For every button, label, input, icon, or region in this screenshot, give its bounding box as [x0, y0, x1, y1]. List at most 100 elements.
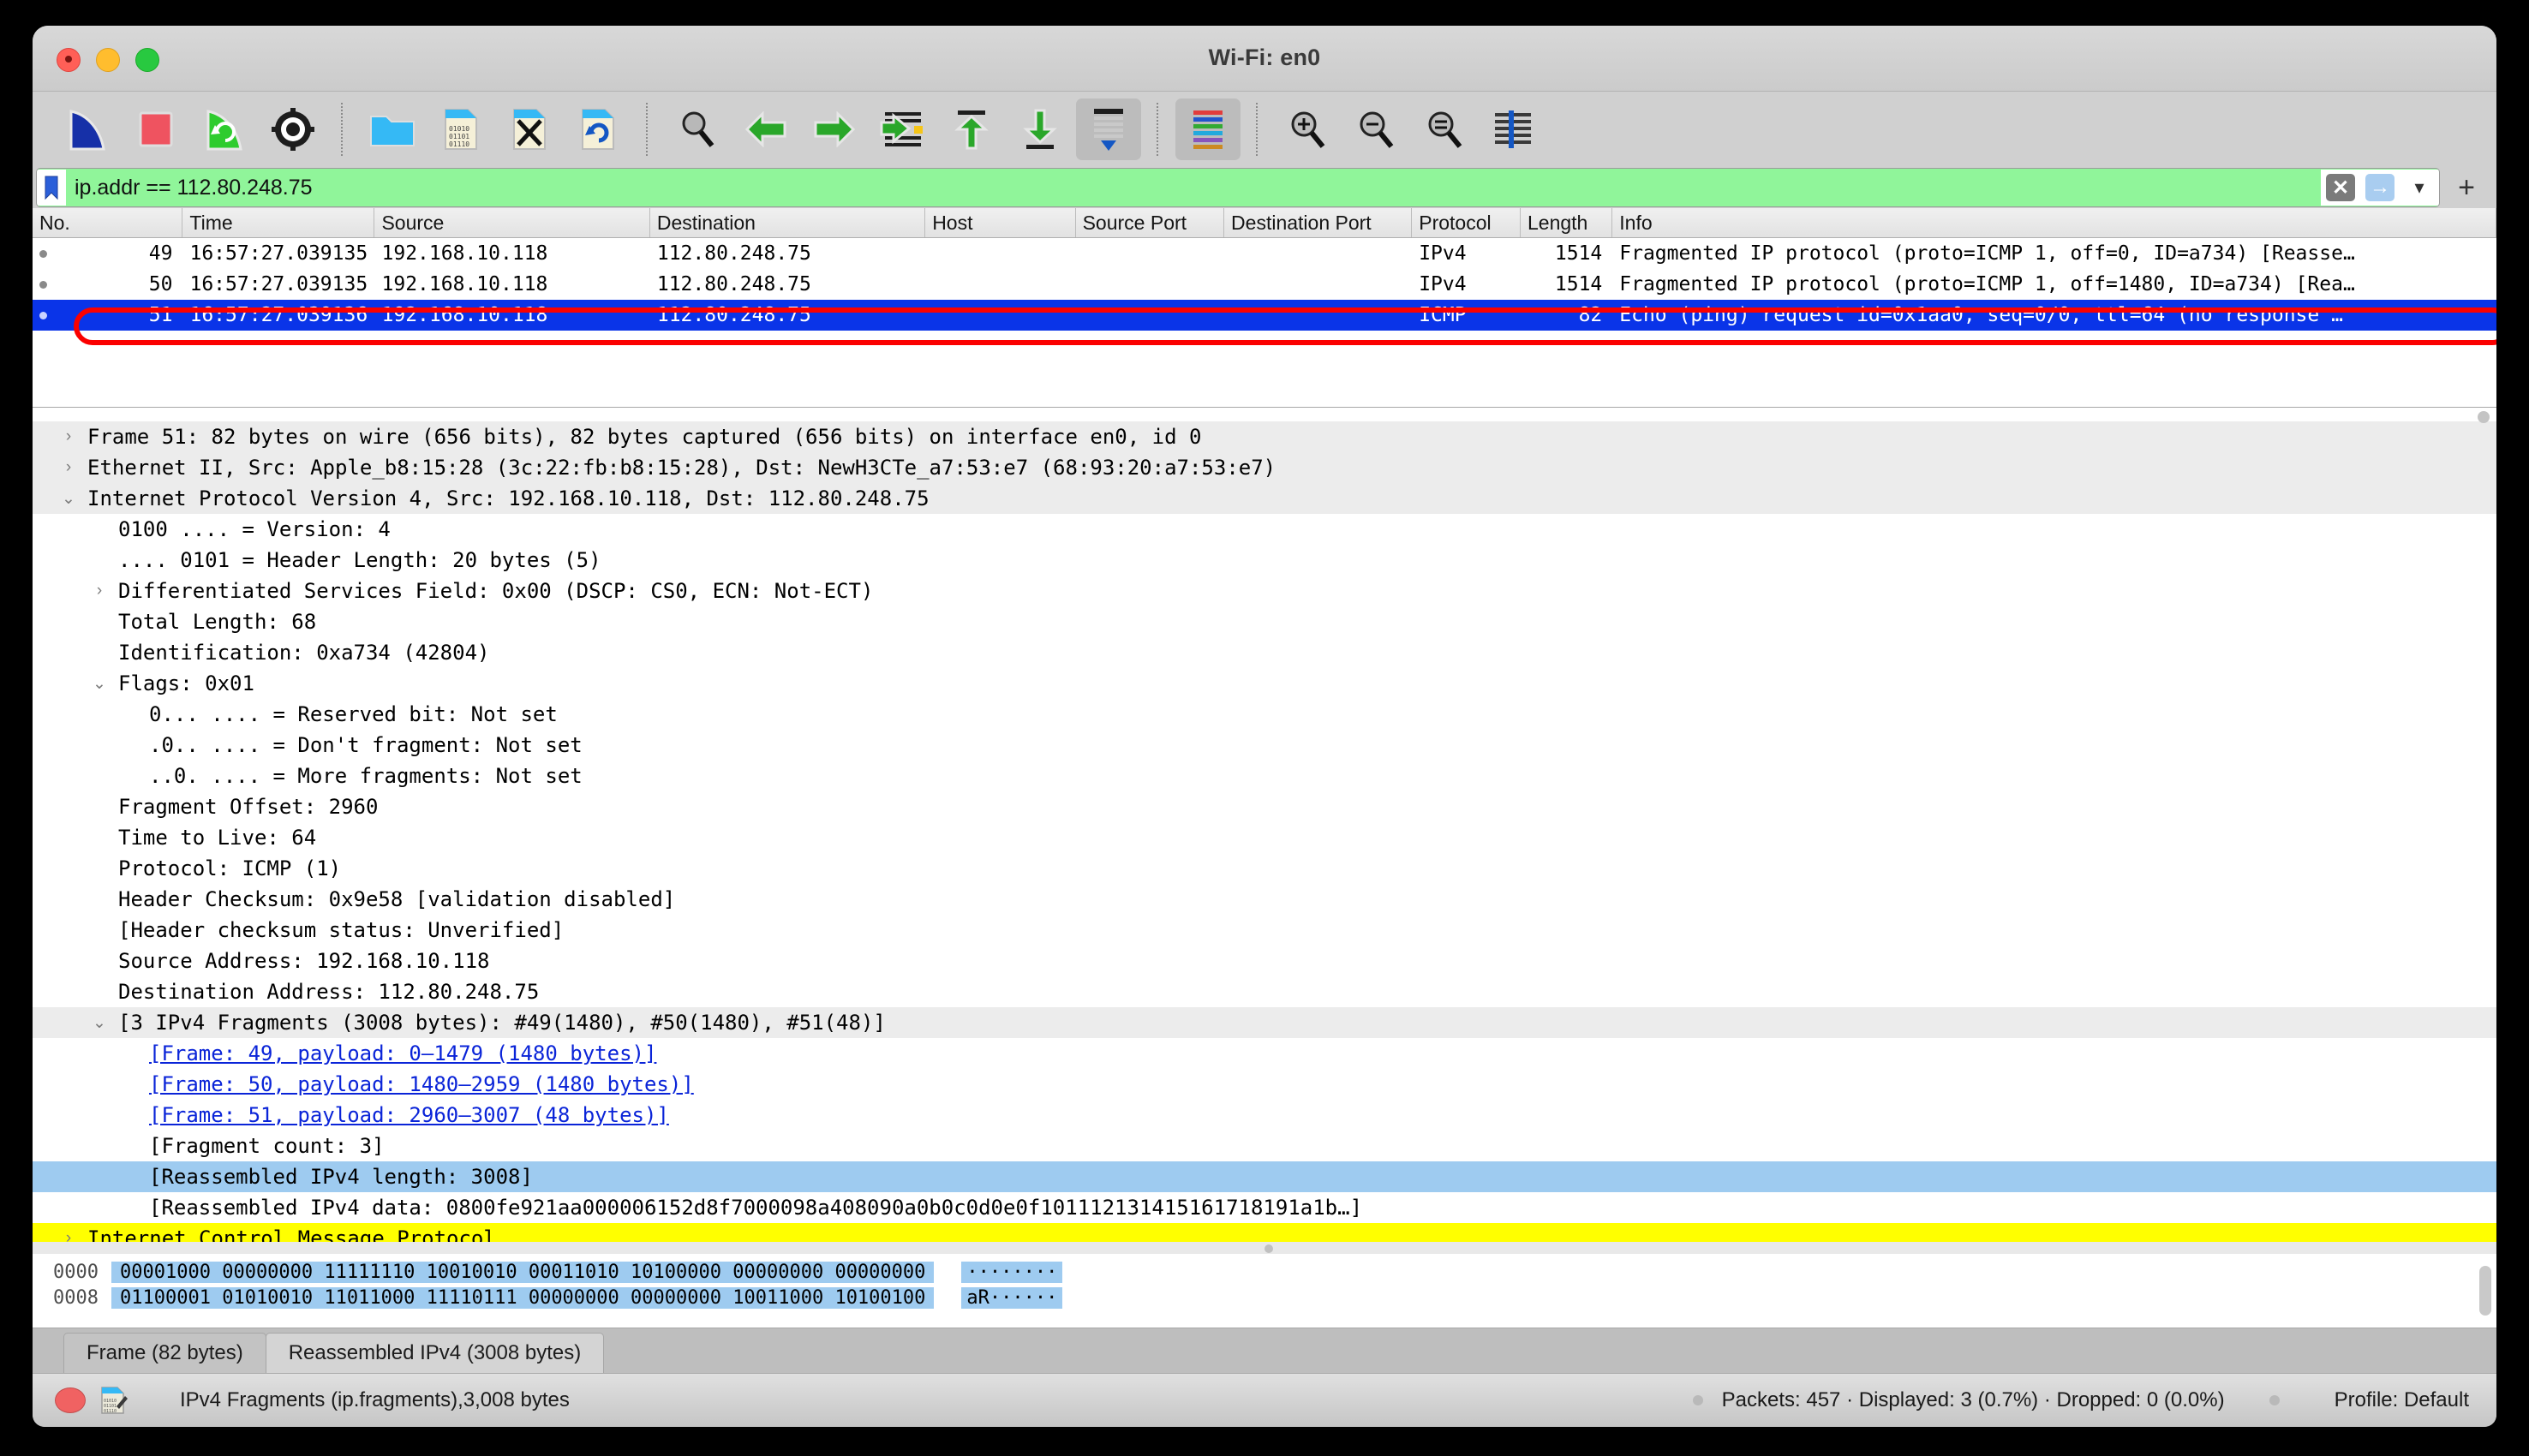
hex-offset: 0008	[53, 1286, 99, 1309]
stop-capture-button[interactable]	[123, 98, 188, 160]
column-header-info[interactable]: Info	[1612, 208, 2496, 237]
detail-tree-row[interactable]: Destination Address: 112.80.248.75	[33, 976, 2496, 1007]
column-header-host[interactable]: Host	[925, 208, 1076, 237]
detail-tree-row[interactable]: [Header checksum status: Unverified]	[33, 915, 2496, 946]
detail-tree-row[interactable]: ⌄ [3 IPv4 Fragments (3008 bytes): #49(148…	[33, 1007, 2496, 1038]
bytes-scrollbar-thumb[interactable]	[2479, 1266, 2491, 1316]
bookmark-icon[interactable]	[37, 170, 66, 206]
find-packet-button[interactable]	[665, 98, 730, 160]
expert-error-icon[interactable]	[55, 1387, 86, 1413]
packet-list-pane[interactable]: No. Time Source Destination Host Source Port D…	[33, 208, 2496, 408]
go-back-button[interactable]	[733, 98, 798, 160]
profile-bullet-icon	[2269, 1395, 2280, 1405]
detail-tree-row[interactable]: [Frame: 51, payload: 2960–3007 (48 bytes…	[33, 1100, 2496, 1131]
hex-dump-row[interactable]: 0008 01100001 01010010 11011000 11110111 …	[33, 1285, 2474, 1310]
column-header-source[interactable]: Source	[374, 208, 650, 237]
packet-row[interactable]: 49 16:57:27.039135 192.168.10.118 112.80.24…	[33, 238, 2496, 269]
detail-tree-row[interactable]: [Reassembled IPv4 data: 0800fe921aa00000…	[33, 1192, 2496, 1223]
column-header-destination[interactable]: Destination	[650, 208, 926, 237]
detail-tree-label[interactable]: [Frame: 49, payload: 0–1479 (1480 bytes)…	[149, 1041, 656, 1065]
packet-list-rows[interactable]: 49 16:57:27.039135 192.168.10.118 112.80.24…	[33, 238, 2496, 331]
chevron-down-icon[interactable]: ⌄	[89, 1013, 110, 1033]
packet-row[interactable]: 51 16:57:27.039136 192.168.10.118 112.80.24…	[33, 300, 2496, 331]
packet-detail-tree[interactable]: › Frame 51: 82 bytes on wire (656 bits), …	[33, 408, 2496, 1253]
packet-list-column-headers[interactable]: No. Time Source Destination Host Source Port D…	[33, 208, 2496, 238]
display-filter-field[interactable]: ✕ → ▾	[36, 168, 2440, 207]
hex-dump-row[interactable]: 0000 00001000 00000000 11111110 10010010 …	[33, 1259, 2474, 1285]
packet-cell-info: Fragmented IP protocol (proto=ICMP 1, of…	[1619, 242, 2355, 265]
status-bar-right: Packets: 457 · Displayed: 3 (0.7%) · Dro…	[570, 1388, 2474, 1412]
resize-columns-button[interactable]	[1480, 98, 1546, 160]
detail-tree-label[interactable]: [Frame: 51, payload: 2960–3007 (48 bytes…	[149, 1103, 669, 1127]
close-file-button[interactable]	[497, 98, 562, 160]
detail-tree-row[interactable]: [Reassembled IPv4 length: 3008]	[33, 1161, 2496, 1192]
chevron-right-icon[interactable]: ›	[58, 458, 79, 477]
detail-tree-row[interactable]: Header Checksum: 0x9e58 [validation disa…	[33, 884, 2496, 915]
detail-pane-resize-handle[interactable]	[2478, 411, 2490, 423]
packet-detail-pane[interactable]: › Frame 51: 82 bytes on wire (656 bits), …	[33, 408, 2496, 1254]
restart-capture-button[interactable]	[192, 98, 257, 160]
chevron-down-icon[interactable]: ⌄	[89, 674, 110, 694]
chevron-down-icon[interactable]: ⌄	[58, 489, 79, 509]
bytes-pane-resize-handle[interactable]	[33, 1242, 2496, 1254]
detail-tree-row[interactable]: ⌄ Internet Protocol Version 4, Src: 192.1…	[33, 483, 2496, 514]
go-to-first-button[interactable]	[939, 98, 1004, 160]
profile-indicator[interactable]: Profile: Default	[2335, 1388, 2469, 1412]
packet-bytes-pane[interactable]: 0000 00001000 00000000 11111110 10010010 …	[33, 1242, 2496, 1328]
packet-marker-icon	[33, 280, 54, 289]
column-header-no[interactable]: No.	[33, 208, 183, 237]
packet-row[interactable]: 50 16:57:27.039135 192.168.10.118 112.80.24…	[33, 269, 2496, 300]
detail-tree-row[interactable]: 0100 .... = Version: 4	[33, 514, 2496, 545]
detail-tree-row[interactable]: Identification: 0xa734 (42804)	[33, 637, 2496, 668]
bytes-tab[interactable]: Frame (82 bytes)	[63, 1333, 266, 1373]
column-header-time[interactable]: Time	[182, 208, 375, 237]
capture-options-button[interactable]	[260, 98, 326, 160]
detail-tree-row[interactable]: 0... .... = Reserved bit: Not set	[33, 699, 2496, 730]
add-filter-button[interactable]: +	[2440, 169, 2493, 206]
detail-tree-row[interactable]: Source Address: 192.168.10.118	[33, 946, 2496, 976]
detail-tree-row[interactable]: .... 0101 = Header Length: 20 bytes (5)	[33, 545, 2496, 576]
filter-history-dropdown[interactable]: ▾	[2400, 170, 2439, 206]
detail-tree-row[interactable]: ⌄ Flags: 0x01	[33, 668, 2496, 699]
bytes-scrollbar[interactable]	[2474, 1254, 2496, 1328]
hex-dump-rows[interactable]: 0000 00001000 00000000 11111110 10010010 …	[33, 1254, 2474, 1328]
column-header-length[interactable]: Length	[1521, 208, 1613, 237]
detail-tree-row[interactable]: › Frame 51: 82 bytes on wire (656 bits), …	[33, 421, 2496, 452]
bytes-tab[interactable]: Reassembled IPv4 (3008 bytes)	[265, 1333, 605, 1373]
detail-tree-row[interactable]: .0.. .... = Don't fragment: Not set	[33, 730, 2496, 761]
open-file-button[interactable]	[360, 98, 425, 160]
capture-file-icon[interactable]: 01010 01101 01110	[99, 1386, 129, 1415]
go-forward-button[interactable]	[802, 98, 867, 160]
zoom-out-button[interactable]	[1343, 98, 1408, 160]
detail-tree-row[interactable]: Time to Live: 64	[33, 822, 2496, 853]
clear-filter-button[interactable]: ✕	[2321, 170, 2360, 206]
go-to-packet-button[interactable]	[870, 98, 936, 160]
detail-tree-label[interactable]: [Frame: 50, payload: 1480–2959 (1480 byt…	[149, 1072, 694, 1096]
bytes-pane-tabs[interactable]: Frame (82 bytes) Reassembled IPv4 (3008 b…	[33, 1328, 2496, 1373]
detail-tree-row[interactable]: Fragment Offset: 2960	[33, 791, 2496, 822]
chevron-right-icon[interactable]: ›	[58, 427, 79, 446]
zoom-reset-button[interactable]	[1412, 98, 1477, 160]
column-header-source-port[interactable]: Source Port	[1076, 208, 1225, 237]
display-filter-input[interactable]	[66, 169, 2321, 206]
chevron-right-icon[interactable]: ›	[89, 582, 110, 600]
start-capture-button[interactable]	[55, 98, 120, 160]
detail-tree-label: Time to Live: 64	[118, 826, 317, 850]
detail-tree-row[interactable]: › Differentiated Services Field: 0x00 (DS…	[33, 576, 2496, 606]
column-header-destination-port[interactable]: Destination Port	[1224, 208, 1413, 237]
go-to-last-button[interactable]	[1007, 98, 1073, 160]
colorize-button[interactable]	[1175, 98, 1241, 160]
column-header-protocol[interactable]: Protocol	[1412, 208, 1521, 237]
apply-filter-button[interactable]: →	[2360, 170, 2400, 206]
detail-tree-row[interactable]: Protocol: ICMP (1)	[33, 853, 2496, 884]
reload-file-button[interactable]	[565, 98, 631, 160]
detail-tree-row[interactable]: ..0. .... = More fragments: Not set	[33, 761, 2496, 791]
detail-tree-row[interactable]: [Fragment count: 3]	[33, 1131, 2496, 1161]
auto-scroll-button[interactable]	[1076, 98, 1141, 160]
zoom-in-button[interactable]	[1275, 98, 1340, 160]
detail-tree-row[interactable]: [Frame: 50, payload: 1480–2959 (1480 byt…	[33, 1069, 2496, 1100]
detail-tree-row[interactable]: › Ethernet II, Src: Apple_b8:15:28 (3c:22…	[33, 452, 2496, 483]
detail-tree-row[interactable]: [Frame: 49, payload: 0–1479 (1480 bytes)…	[33, 1038, 2496, 1069]
detail-tree-row[interactable]: Total Length: 68	[33, 606, 2496, 637]
save-file-button[interactable]: 01010 01101 01110	[428, 98, 493, 160]
